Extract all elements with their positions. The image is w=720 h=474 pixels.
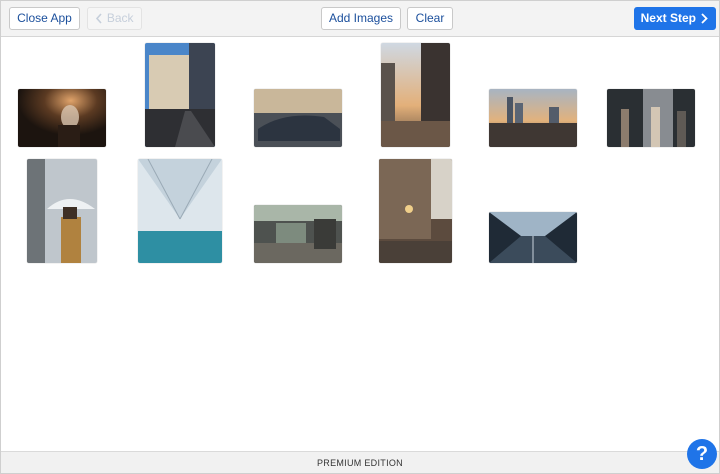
photo-thumbnail[interactable] bbox=[18, 89, 106, 147]
help-button[interactable]: ? bbox=[687, 439, 717, 469]
photo-glass-walkway bbox=[489, 212, 577, 263]
photo-person-umbrella bbox=[27, 159, 97, 263]
chevron-right-icon bbox=[699, 8, 709, 35]
add-images-label: Add Images bbox=[328, 11, 394, 25]
next-step-label: Next Step bbox=[640, 11, 696, 25]
photo-sunset-street-buildings bbox=[381, 43, 450, 147]
photo-market-street bbox=[254, 205, 342, 263]
photo-thumbnail[interactable] bbox=[607, 89, 695, 147]
photo-car-street bbox=[254, 89, 342, 147]
photo-thumbnail[interactable] bbox=[254, 205, 342, 263]
photo-thumbnail[interactable] bbox=[489, 212, 577, 263]
photo-thumbnail[interactable] bbox=[254, 89, 342, 147]
photo-thumbnail[interactable] bbox=[138, 159, 222, 263]
clear-label: Clear bbox=[415, 11, 445, 25]
photo-thumbnail[interactable] bbox=[145, 43, 215, 147]
back-button[interactable]: Back bbox=[87, 7, 142, 30]
image-canvas bbox=[1, 37, 719, 451]
photo-thumbnail[interactable] bbox=[489, 89, 577, 147]
photo-thumbnail[interactable] bbox=[27, 159, 97, 263]
close-app-button[interactable]: Close App bbox=[9, 7, 80, 30]
next-step-button[interactable]: Next Step bbox=[634, 7, 716, 30]
photo-thumbnail[interactable] bbox=[379, 159, 452, 263]
photo-alley-cafe bbox=[379, 159, 452, 263]
close-app-label: Close App bbox=[17, 11, 72, 25]
photo-glass-canopy-pool bbox=[138, 159, 222, 263]
add-images-button[interactable]: Add Images bbox=[321, 7, 401, 30]
edition-label: PREMIUM EDITION bbox=[316, 458, 403, 468]
toolbar: Close App Back Add Images Clear Next Ste… bbox=[1, 1, 719, 37]
back-label: Back bbox=[106, 11, 134, 25]
photo-city-skyline-sunset bbox=[489, 89, 577, 147]
photo-thumbnail[interactable] bbox=[381, 43, 450, 147]
chevron-left-icon bbox=[95, 8, 103, 35]
photo-person-flowers-dark bbox=[18, 89, 106, 147]
question-icon: ? bbox=[695, 443, 709, 465]
app-window: Close App Back Add Images Clear Next Ste… bbox=[0, 0, 720, 474]
edition-footer: PREMIUM EDITION bbox=[1, 451, 719, 473]
clear-button[interactable]: Clear bbox=[407, 7, 453, 30]
photo-people-shop bbox=[607, 89, 695, 147]
photo-city-street-building bbox=[145, 43, 215, 147]
